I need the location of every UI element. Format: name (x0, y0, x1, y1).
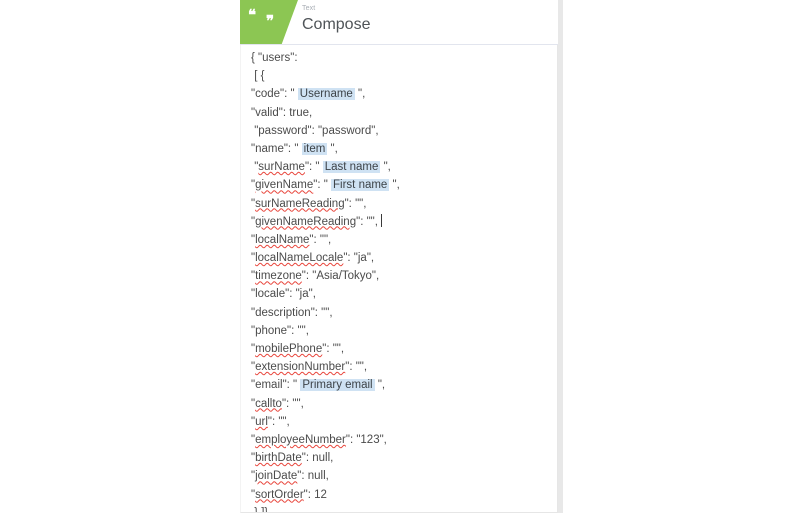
code-text: ": "", (309, 233, 332, 246)
screen-root: ❝ ❞ Text Compose { "users": [ { "code": "… (0, 0, 800, 519)
code-text: ": null, (297, 470, 329, 483)
right-gutter-strip (558, 0, 563, 513)
code-line[interactable]: "name": " item ", (251, 140, 547, 158)
code-line[interactable]: "joinDate": null, (251, 467, 547, 485)
misspelled-token: surNameReading (255, 197, 345, 210)
quote-glyphs: ❝ ❞ (248, 9, 288, 31)
code-line[interactable]: "url": "", (251, 413, 547, 431)
code-text: ": " (313, 179, 332, 192)
code-text: ": " (304, 161, 323, 174)
code-text: "locale": "ja", (251, 288, 316, 301)
misspelled-token: sortOrder (255, 488, 304, 501)
misspelled-token: timezone (255, 270, 302, 283)
misspelled-token: extensionNumber (255, 361, 346, 374)
code-text: ": "", (281, 397, 304, 410)
code-line[interactable]: [ { (251, 67, 547, 85)
misspelled-token: mobilePhone (255, 343, 323, 355)
code-line[interactable]: "email": " Primary email ", (251, 376, 547, 394)
placeholder-chip[interactable]: Primary email (300, 379, 375, 392)
code-text: "phone": "", (251, 324, 309, 337)
misspelled-token: givenNameReading (255, 215, 357, 228)
misspelled-token: birthDate (255, 452, 302, 465)
code-line[interactable]: "surNameReading": "", (251, 195, 547, 213)
misspelled-token: givenName (255, 179, 314, 192)
code-text: ": "", (267, 415, 290, 428)
code-text: } ]} (254, 506, 269, 513)
card-header: ❝ ❞ Text Compose (240, 0, 558, 45)
code-text: "email": " (251, 379, 301, 392)
code-text: ": "ja", (343, 252, 375, 265)
code-line[interactable]: } ]} (251, 504, 547, 513)
code-text: [ { (254, 70, 265, 83)
misspelled-token: employeeNumber (255, 433, 346, 446)
code-text: ", (374, 379, 386, 392)
code-line[interactable]: { "users": (251, 49, 547, 67)
code-line[interactable]: "callto": "", (251, 395, 547, 413)
misspelled-token: localNameLocale (255, 252, 344, 265)
code-text: ": "Asia/Tokyo", (301, 270, 380, 283)
code-text: "valid": true, (251, 106, 313, 119)
code-line[interactable]: "surName": " Last name ", (251, 158, 547, 176)
code-text: ": "", (344, 197, 367, 210)
quote-open-icon: ❝ (248, 8, 256, 24)
header-text-group: Text Compose (302, 4, 370, 36)
placeholder-chip[interactable]: Username (297, 88, 355, 101)
text-caret (380, 213, 382, 227)
code-text: ", (327, 142, 338, 155)
misspelled-token: callto (255, 397, 282, 410)
code-text: ": "", (356, 215, 378, 228)
placeholder-chip[interactable]: Last name (322, 161, 381, 174)
code-text: "description": "", (251, 306, 333, 319)
code-line[interactable]: "locale": "ja", (251, 285, 547, 303)
code-line[interactable]: "sortOrder": 12 (251, 486, 547, 504)
code-text: ", (380, 161, 391, 174)
card-kicker-label: Text (302, 5, 316, 12)
misspelled-token: joinDate (255, 470, 298, 483)
code-line[interactable]: "localName": "", (251, 231, 547, 249)
code-line[interactable]: "extensionNumber": "", (251, 358, 547, 376)
code-line[interactable]: "phone": "", (251, 322, 547, 340)
code-line[interactable]: "givenName": " First name ", (251, 176, 547, 194)
code-text: ": null, (301, 452, 334, 465)
code-text: ": "123", (345, 433, 387, 446)
compose-editor[interactable]: { "users": [ { "code": " Username ", "vali… (240, 45, 558, 513)
json-text-content[interactable]: { "users": [ { "code": " Username ", "vali… (241, 49, 557, 513)
code-line[interactable]: "code": " Username ", (251, 85, 547, 103)
code-text: ": "", (345, 361, 368, 374)
placeholder-chip[interactable]: item (301, 142, 328, 155)
code-text: "password": "password", (254, 124, 379, 137)
compose-card: ❝ ❞ Text Compose { "users": [ { "code": "… (240, 0, 558, 513)
misspelled-token: url (255, 415, 268, 428)
code-text: "code": " (251, 88, 298, 101)
misspelled-token: surName (258, 161, 305, 174)
code-line[interactable]: "description": "", (251, 304, 547, 322)
quote-icon: ❝ ❞ (240, 0, 298, 44)
code-line[interactable]: "valid": true, (251, 104, 547, 122)
code-line[interactable]: "timezone": "Asia/Tokyo", (251, 267, 547, 285)
code-text: ", (354, 88, 366, 101)
code-line[interactable]: "givenNameReading": "", (251, 213, 547, 231)
placeholder-chip[interactable]: First name (331, 179, 390, 192)
misspelled-token: localName (255, 233, 310, 246)
code-text: ": 12 (303, 488, 327, 501)
code-line[interactable]: "localNameLocale": "ja", (251, 249, 547, 267)
page-title: Compose (302, 16, 371, 33)
code-text: ", (389, 179, 400, 192)
code-line[interactable]: "employeeNumber": "123", (251, 431, 547, 449)
code-text: "name": " (251, 142, 302, 155)
code-line[interactable]: "birthDate": null, (251, 449, 547, 467)
code-text: ": "", (322, 343, 345, 355)
code-text: { "users": (251, 52, 298, 64)
code-line[interactable]: "password": "password", (251, 122, 547, 140)
code-line[interactable]: "mobilePhone": "", (251, 340, 547, 358)
quote-close-icon: ❞ (266, 14, 274, 30)
